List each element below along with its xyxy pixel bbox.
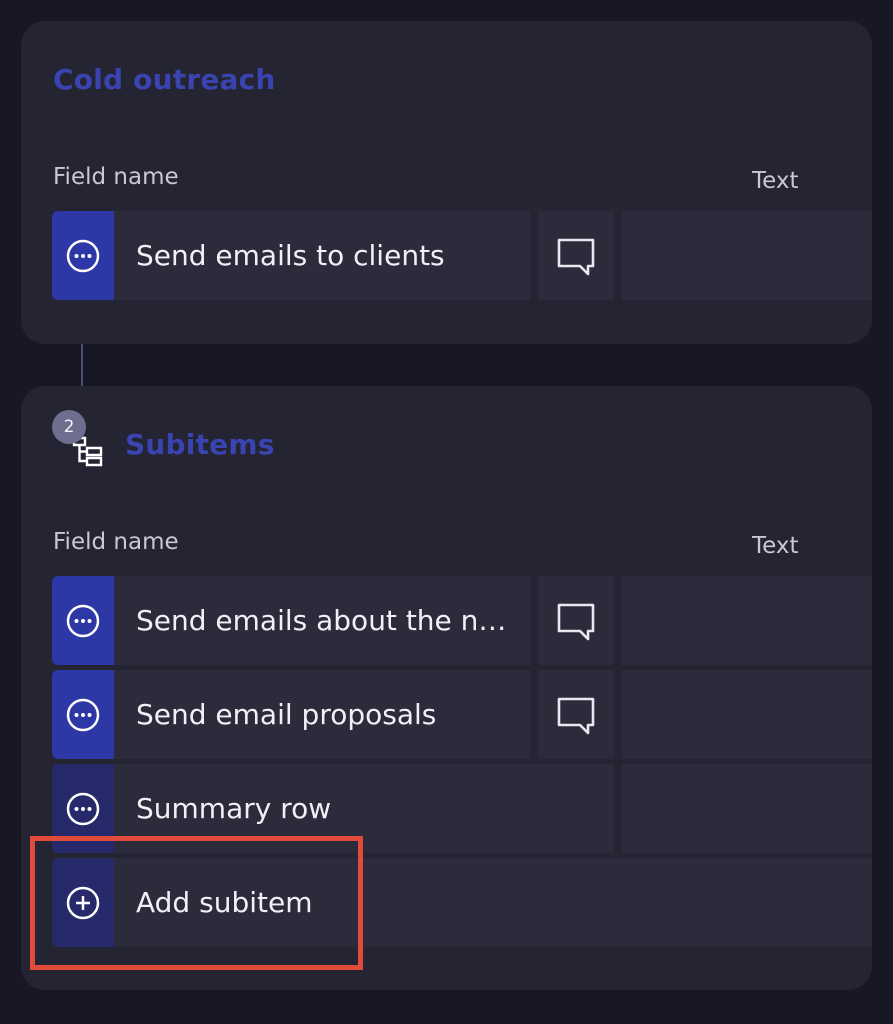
comment-button[interactable]	[538, 576, 614, 665]
text-cell[interactable]	[622, 670, 872, 759]
item-name-cell[interactable]: Send emails to clients	[114, 211, 530, 300]
column-header-field-name: Field name	[53, 529, 179, 555]
item-name: Send emails to clients	[136, 239, 445, 272]
comment-icon	[557, 697, 595, 734]
more-options-button[interactable]	[52, 670, 114, 759]
more-options-icon	[66, 698, 100, 731]
subitems-title: Subitems	[125, 428, 275, 461]
column-header-field-name: Field name	[53, 164, 179, 190]
comment-icon	[557, 238, 595, 275]
column-header-text: Text	[752, 168, 799, 194]
more-options-icon	[66, 792, 100, 825]
subitems-count-badge: 2	[52, 410, 86, 444]
more-options-icon	[66, 604, 100, 637]
subitem-name-cell[interactable]: Send emails about the n…	[114, 576, 530, 665]
comment-button[interactable]	[538, 670, 614, 759]
group-title[interactable]: Cold outreach	[53, 63, 276, 96]
more-options-button[interactable]	[52, 211, 114, 300]
group-card-cold-outreach: Cold outreach Field name Text Send email…	[21, 21, 872, 344]
subitem-name: Send email proposals	[136, 698, 437, 731]
summary-row-label: Summary row	[136, 792, 332, 825]
column-header-text: Text	[752, 533, 799, 559]
highlight-box	[30, 836, 363, 970]
comment-button[interactable]	[538, 211, 614, 300]
group-connector-line	[81, 344, 83, 386]
comment-icon	[557, 603, 595, 640]
subitem-name-cell[interactable]: Send email proposals	[114, 670, 530, 759]
more-options-icon	[66, 239, 100, 272]
text-cell[interactable]	[622, 764, 872, 853]
text-cell[interactable]	[622, 576, 872, 665]
text-cell[interactable]	[622, 211, 872, 300]
more-options-button[interactable]	[52, 576, 114, 665]
subitem-name: Send emails about the n…	[136, 604, 507, 637]
